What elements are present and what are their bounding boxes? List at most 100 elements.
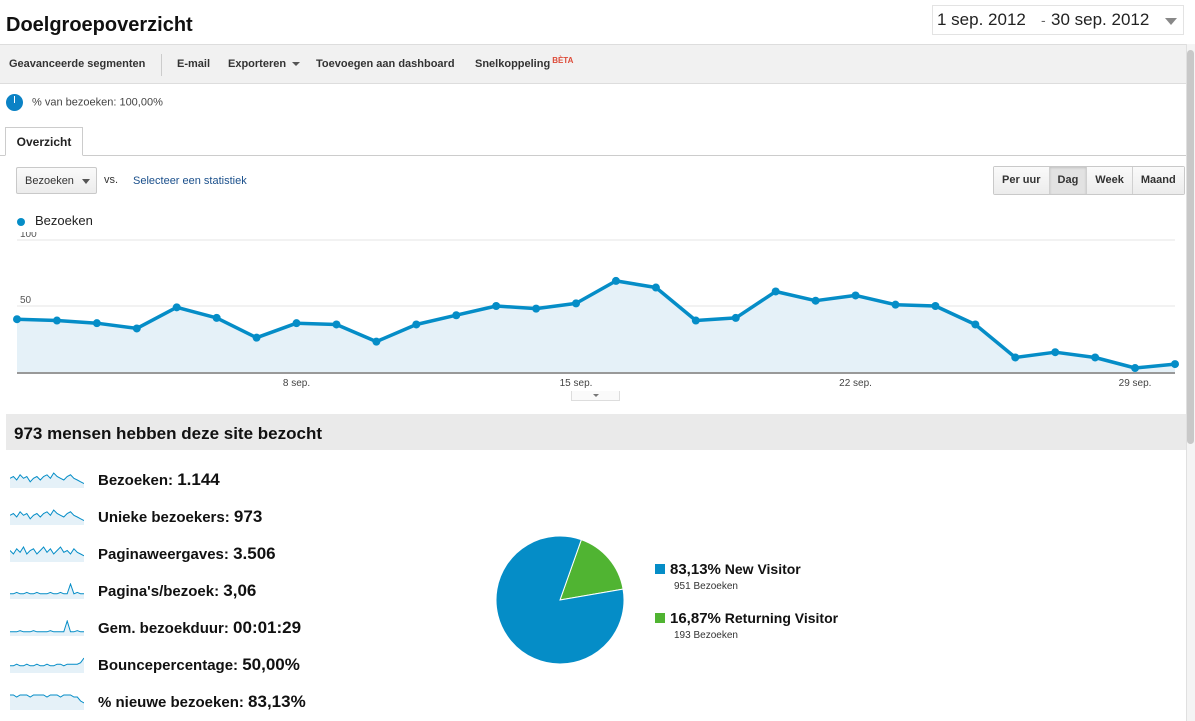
x-tick-label: 8 sep. <box>283 378 310 389</box>
visitor-type-pie-chart <box>495 535 625 665</box>
caret-down-icon <box>292 62 301 67</box>
beta-badge: BÈTA <box>552 56 574 65</box>
period-toggle: Per uur Dag Week Maand <box>993 166 1185 195</box>
data-point <box>372 337 381 346</box>
stat-value: 3,06 <box>223 581 257 600</box>
data-point <box>851 291 860 300</box>
y-tick-label: 50 <box>20 295 32 306</box>
sparkline <box>10 583 84 599</box>
sparkline <box>10 694 84 710</box>
x-tick-label: 15 sep. <box>560 378 593 389</box>
y-tick-label: 100 <box>20 232 37 240</box>
period-day-button[interactable]: Dag <box>1048 167 1087 194</box>
stat-label: Gem. bezoekduur: 00:01:29 <box>98 618 302 637</box>
new-visitor-swatch <box>655 564 665 574</box>
advanced-segments-button[interactable]: Geavanceerde segmenten <box>9 58 145 70</box>
summary-headline: 973 mensen hebben deze site bezocht <box>14 424 322 443</box>
tab-divider <box>0 155 1186 156</box>
returning-visitor-sub: 193 Bezoeken <box>674 630 738 641</box>
x-tick-label: 22 sep. <box>839 378 872 389</box>
summary-header: 973 mensen hebben deze site bezocht <box>6 414 1186 450</box>
visits-line-chart: 100 50 8 sep. 15 sep. 22 sep. 29 sep. <box>13 232 1179 389</box>
segment-label: % van bezoeken: 100,00% <box>32 96 163 109</box>
scrollbar-thumb[interactable] <box>1187 50 1194 444</box>
shortcut-button[interactable]: Snelkoppeling BÈTA <box>475 56 574 70</box>
pie-legend-new: 83,13% New Visitor <box>655 561 801 578</box>
data-point <box>492 302 501 310</box>
returning-visitor-label: Returning Visitor <box>724 610 839 626</box>
tab-overview[interactable]: Overzicht <box>5 127 83 156</box>
chart-legend: Bezoeken <box>17 213 93 228</box>
data-point <box>691 316 700 325</box>
data-point <box>811 296 820 305</box>
date-range-picker[interactable]: 1 sep. 2012 - 30 sep. 2012 <box>932 5 1184 35</box>
data-point <box>731 313 740 322</box>
new-visitor-pct: 83,13% <box>670 561 721 578</box>
data-point <box>92 319 101 328</box>
data-point <box>132 324 141 333</box>
stat-value: 1.144 <box>177 470 220 489</box>
stat-label: Bezoeken: 1.144 <box>98 470 220 489</box>
caret-down-icon <box>82 179 90 184</box>
data-point <box>172 303 181 312</box>
returning-visitor-pct: 16,87% <box>670 610 721 627</box>
data-point <box>1051 348 1060 357</box>
export-label: Exporteren <box>228 58 287 70</box>
stat-value: 973 <box>233 507 263 526</box>
chevron-down-icon[interactable] <box>1165 18 1177 25</box>
date-start: 1 sep. 2012 <box>937 10 1026 29</box>
stat-label: Pagina's/bezoek: 3,06 <box>98 581 257 600</box>
toolbar-divider <box>161 54 162 76</box>
legend-label: Bezoeken <box>35 213 93 228</box>
data-point <box>52 316 61 325</box>
data-point <box>891 300 900 309</box>
date-end: 30 sep. 2012 <box>1051 10 1150 29</box>
returning-visitor-swatch <box>655 613 665 623</box>
email-button[interactable]: E-mail <box>177 58 210 70</box>
data-point <box>412 320 421 329</box>
data-point <box>1091 353 1100 362</box>
collapse-chart-toggle[interactable] <box>571 391 620 401</box>
data-point <box>1011 353 1020 362</box>
data-point <box>651 283 660 292</box>
series-area <box>17 280 1175 372</box>
period-month-button[interactable]: Maand <box>1131 167 1184 194</box>
sparkline <box>10 546 84 562</box>
data-point <box>971 320 980 329</box>
metric-dropdown-label: Bezoeken <box>25 175 74 187</box>
data-point <box>771 287 780 296</box>
period-week-button[interactable]: Week <box>1086 167 1132 194</box>
shortcut-label: Snelkoppeling <box>475 58 551 70</box>
date-separator: - <box>1041 12 1046 28</box>
select-statistic-link[interactable]: Selecteer een statistiek <box>133 175 247 187</box>
stat-label: Paginaweergaves: 3.506 <box>98 544 276 563</box>
segment-indicator[interactable]: % van bezoeken: 100,00% <box>6 94 163 111</box>
data-point <box>931 302 940 310</box>
sparkline <box>10 620 84 636</box>
data-point <box>1171 360 1179 369</box>
data-point <box>212 313 221 322</box>
data-point <box>13 315 21 324</box>
sparkline <box>10 657 84 673</box>
stat-value: 3.506 <box>233 544 276 563</box>
data-point <box>611 276 620 285</box>
legend-dot-icon <box>17 217 25 226</box>
period-hourly-button[interactable]: Per uur <box>994 167 1049 194</box>
sparkline <box>10 509 84 525</box>
data-point <box>1131 364 1140 373</box>
stat-value: 83,13% <box>248 692 306 711</box>
x-tick-label: 29 sep. <box>1119 378 1152 389</box>
new-visitor-sub: 951 Bezoeken <box>674 581 738 592</box>
stat-label: Unieke bezoekers: 973 <box>98 507 263 526</box>
page-title: Doelgroepoverzicht <box>6 14 193 36</box>
segment-pie-icon <box>6 94 23 111</box>
metric-dropdown[interactable]: Bezoeken <box>16 167 97 194</box>
stat-label: Bouncepercentage: 50,00% <box>98 655 300 674</box>
data-point <box>572 299 581 308</box>
export-button[interactable]: Exporteren <box>228 58 301 70</box>
data-point <box>252 333 261 342</box>
report-toolbar: Geavanceerde segmenten E-mail Exporteren… <box>0 44 1186 84</box>
data-point <box>452 311 461 320</box>
stat-value: 00:01:29 <box>233 618 302 637</box>
add-to-dashboard-button[interactable]: Toevoegen aan dashboard <box>316 58 455 70</box>
